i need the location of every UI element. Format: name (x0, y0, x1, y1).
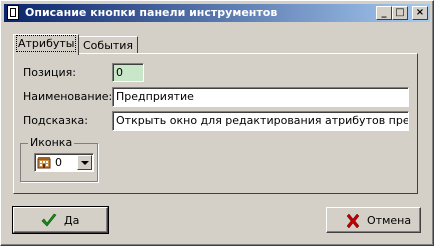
icon-select[interactable]: 0 (34, 153, 94, 172)
icon-select-value: 0 (55, 156, 62, 169)
app-document-icon (7, 5, 19, 20)
ok-button[interactable]: Да (12, 206, 109, 234)
hint-field[interactable]: Открыть окно для редактирования атрибуто… (112, 111, 409, 131)
cancel-button-label: Отмена (367, 214, 412, 227)
ok-button-label: Да (64, 214, 80, 227)
building-icon (37, 157, 51, 169)
title-bar[interactable]: Описание кнопки панели инструментов _ □ … (4, 4, 430, 22)
tab-attributes[interactable]: Атрибуты (13, 34, 80, 55)
chevron-down-icon[interactable] (77, 155, 92, 170)
position-field[interactable]: 0 (112, 63, 144, 82)
maximize-button[interactable]: □ (392, 6, 408, 20)
cancel-button[interactable]: Отмена (326, 207, 421, 233)
tab-attributes-label: Атрибуты (15, 35, 77, 52)
close-button[interactable]: × (412, 6, 428, 20)
position-label: Позиция: (23, 66, 76, 79)
name-label: Наименование: (23, 90, 113, 103)
hint-label: Подсказка: (23, 114, 88, 127)
tab-events-label: События (83, 39, 134, 52)
icon-group-title: Иконка (28, 136, 75, 149)
checkmark-icon (41, 213, 57, 227)
window-title: Описание кнопки панели инструментов (25, 6, 278, 19)
x-cross-icon (346, 213, 360, 229)
name-field[interactable]: Предприятие (112, 87, 409, 107)
minimize-button[interactable]: _ (376, 6, 392, 20)
tab-events[interactable]: События (78, 36, 139, 53)
